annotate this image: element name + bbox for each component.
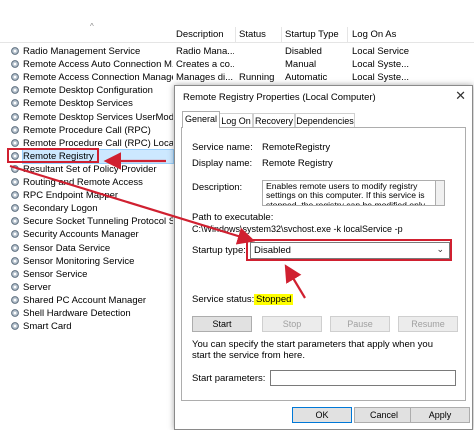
service-description: Radio Mana... [176,46,234,57]
service-name: Shared PC Account Manager [23,294,147,306]
gear-icon [11,243,19,252]
selection-highlight-box [7,147,99,163]
start-button[interactable]: Start [192,316,252,332]
service-name: Remote Access Connection Manager [23,72,173,84]
service-name: Remote Desktop Services UserMode... [23,111,173,123]
gear-icon [11,164,19,173]
close-icon[interactable]: ✕ [455,88,466,104]
gear-icon [11,269,19,278]
gear-icon [11,217,19,226]
start-parameters-label: Start parameters: [192,373,266,384]
service-log-on-as: Local Syste... [352,59,410,71]
annotation-box [246,239,452,261]
service-log-on-as: Local Syste... [352,72,410,84]
tab-recovery[interactable]: Recovery [253,113,295,128]
table-row[interactable]: Radio Management Service Radio Mana... Dis… [0,45,474,58]
service-name: Remote Desktop Services [23,98,133,110]
table-row[interactable]: Remote Access Auto Connection M... Create… [0,58,474,71]
service-status-label: Service status: [192,294,255,305]
gear-icon [11,125,19,134]
gear-icon [11,73,19,82]
gear-icon [11,112,19,121]
gear-icon [11,256,19,265]
service-name: Radio Management Service [23,46,141,57]
service-name-label: Service name: [192,142,253,153]
column-description[interactable]: Description [176,29,224,40]
service-name: Sensor Data Service [23,242,111,254]
gear-icon [11,60,19,68]
service-startup-type: Automatic [285,72,328,84]
service-startup-type: Disabled [285,46,322,57]
gear-icon [11,47,19,55]
gear-icon [11,178,19,186]
startup-type-label: Startup type: [192,245,246,256]
gear-icon [11,191,19,199]
service-name: Shell Hardware Detection [23,308,131,319]
general-tab-panel: Service name: RemoteRegistry Display nam… [181,127,466,401]
description-label: Description: [192,182,243,193]
gear-icon [11,309,19,317]
service-startup-type: Manual [285,59,317,71]
cancel-button[interactable]: Cancel [354,407,414,423]
service-name: Secondary Logon [23,203,98,215]
service-name: Remote Access Auto Connection M... [23,59,173,71]
column-startup-type[interactable]: Startup Type [285,29,339,40]
service-name: Secure Socket Tunneling Protocol S... [23,216,173,228]
gear-icon [11,86,19,95]
gear-icon [11,322,19,330]
dialog-title: Remote Registry Properties (Local Comput… [183,92,376,103]
start-parameters-input[interactable] [270,370,456,386]
service-name: Sensor Monitoring Service [23,255,135,267]
properties-dialog: Remote Registry Properties (Local Comput… [174,85,473,430]
service-description: Manages di... [176,72,234,84]
gear-icon [11,295,19,304]
gear-icon [11,99,19,108]
display-name-label: Display name: [192,158,253,169]
column-status[interactable]: Status [239,29,266,40]
path-label: Path to executable: [192,212,274,223]
service-status: Running [239,72,275,84]
service-name: Sensor Service [23,268,88,280]
service-name: Routing and Remote Access [23,177,143,188]
apply-button[interactable]: Apply [410,407,470,423]
ok-button[interactable]: OK [292,407,352,423]
tab-dependencies[interactable]: Dependencies [295,113,355,128]
stop-button[interactable]: Stop [262,316,322,332]
column-header: Description Status Startup Type Log On A… [0,27,474,43]
tab-general[interactable]: General [182,111,220,128]
pause-button[interactable]: Pause [330,316,390,332]
table-row[interactable]: Remote Access Connection Manager Manages … [0,71,474,84]
gear-icon [11,230,19,239]
service-name: Security Accounts Manager [23,229,139,241]
gear-icon [11,204,19,213]
gear-icon [11,282,19,291]
description-scrollbar[interactable] [436,180,445,206]
service-name: Smart Card [23,321,72,333]
service-name: RPC Endpoint Mapper [23,190,119,202]
service-name: Resultant Set of Policy Provider [23,163,157,175]
description-textbox[interactable]: Enables remote users to modify registry … [262,180,436,206]
resume-button[interactable]: Resume [398,316,458,332]
service-log-on-as: Local Service [352,46,410,57]
display-name-value: Remote Registry [262,158,333,169]
service-name-value: RemoteRegistry [262,142,331,153]
service-status-value: Stopped [254,294,294,305]
help-text: You can specify the start parameters tha… [192,339,433,361]
tab-log-on[interactable]: Log On [219,113,253,128]
column-log-on-as[interactable]: Log On As [352,29,396,40]
service-description: Creates a co... [176,59,234,71]
service-name: Remote Procedure Call (RPC) [23,124,151,136]
path-value: C:\Windows\system32\svchost.exe -k local… [192,224,403,234]
gear-icon [11,138,19,147]
service-name: Remote Desktop Configuration [23,85,153,97]
service-name: Server [23,281,51,293]
